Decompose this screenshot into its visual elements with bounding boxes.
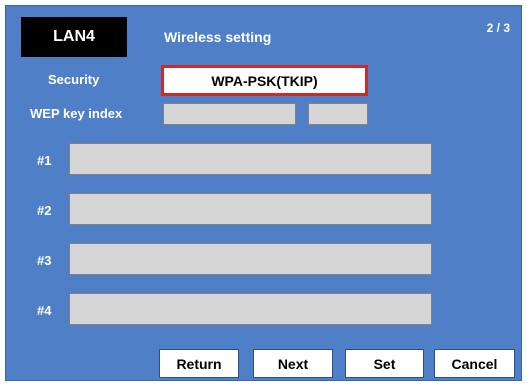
key-1-field[interactable] <box>69 143 432 175</box>
security-select[interactable]: WPA-PSK(TKIP) <box>161 65 368 96</box>
key-3-field[interactable] <box>69 243 432 275</box>
security-label: Security <box>48 72 100 87</box>
page-title: Wireless setting <box>164 29 272 45</box>
set-button[interactable]: Set <box>345 349 424 378</box>
wep-key-index-secondary-field[interactable] <box>308 103 368 125</box>
settings-panel: LAN4 Wireless setting 2 / 3 Security WPA… <box>5 5 522 381</box>
key-4-label: #4 <box>37 303 52 318</box>
page-indicator: 2 / 3 <box>486 21 510 35</box>
lan-label: LAN4 <box>21 17 127 57</box>
return-button[interactable]: Return <box>159 349 239 378</box>
key-4-field[interactable] <box>69 293 432 325</box>
key-2-field[interactable] <box>69 193 432 225</box>
key-1-label: #1 <box>37 153 52 168</box>
cancel-button[interactable]: Cancel <box>434 349 515 378</box>
wep-key-index-field[interactable] <box>163 103 296 125</box>
wep-key-index-label: WEP key index <box>30 106 123 121</box>
next-button[interactable]: Next <box>253 349 333 378</box>
key-2-label: #2 <box>37 203 52 218</box>
key-3-label: #3 <box>37 253 52 268</box>
